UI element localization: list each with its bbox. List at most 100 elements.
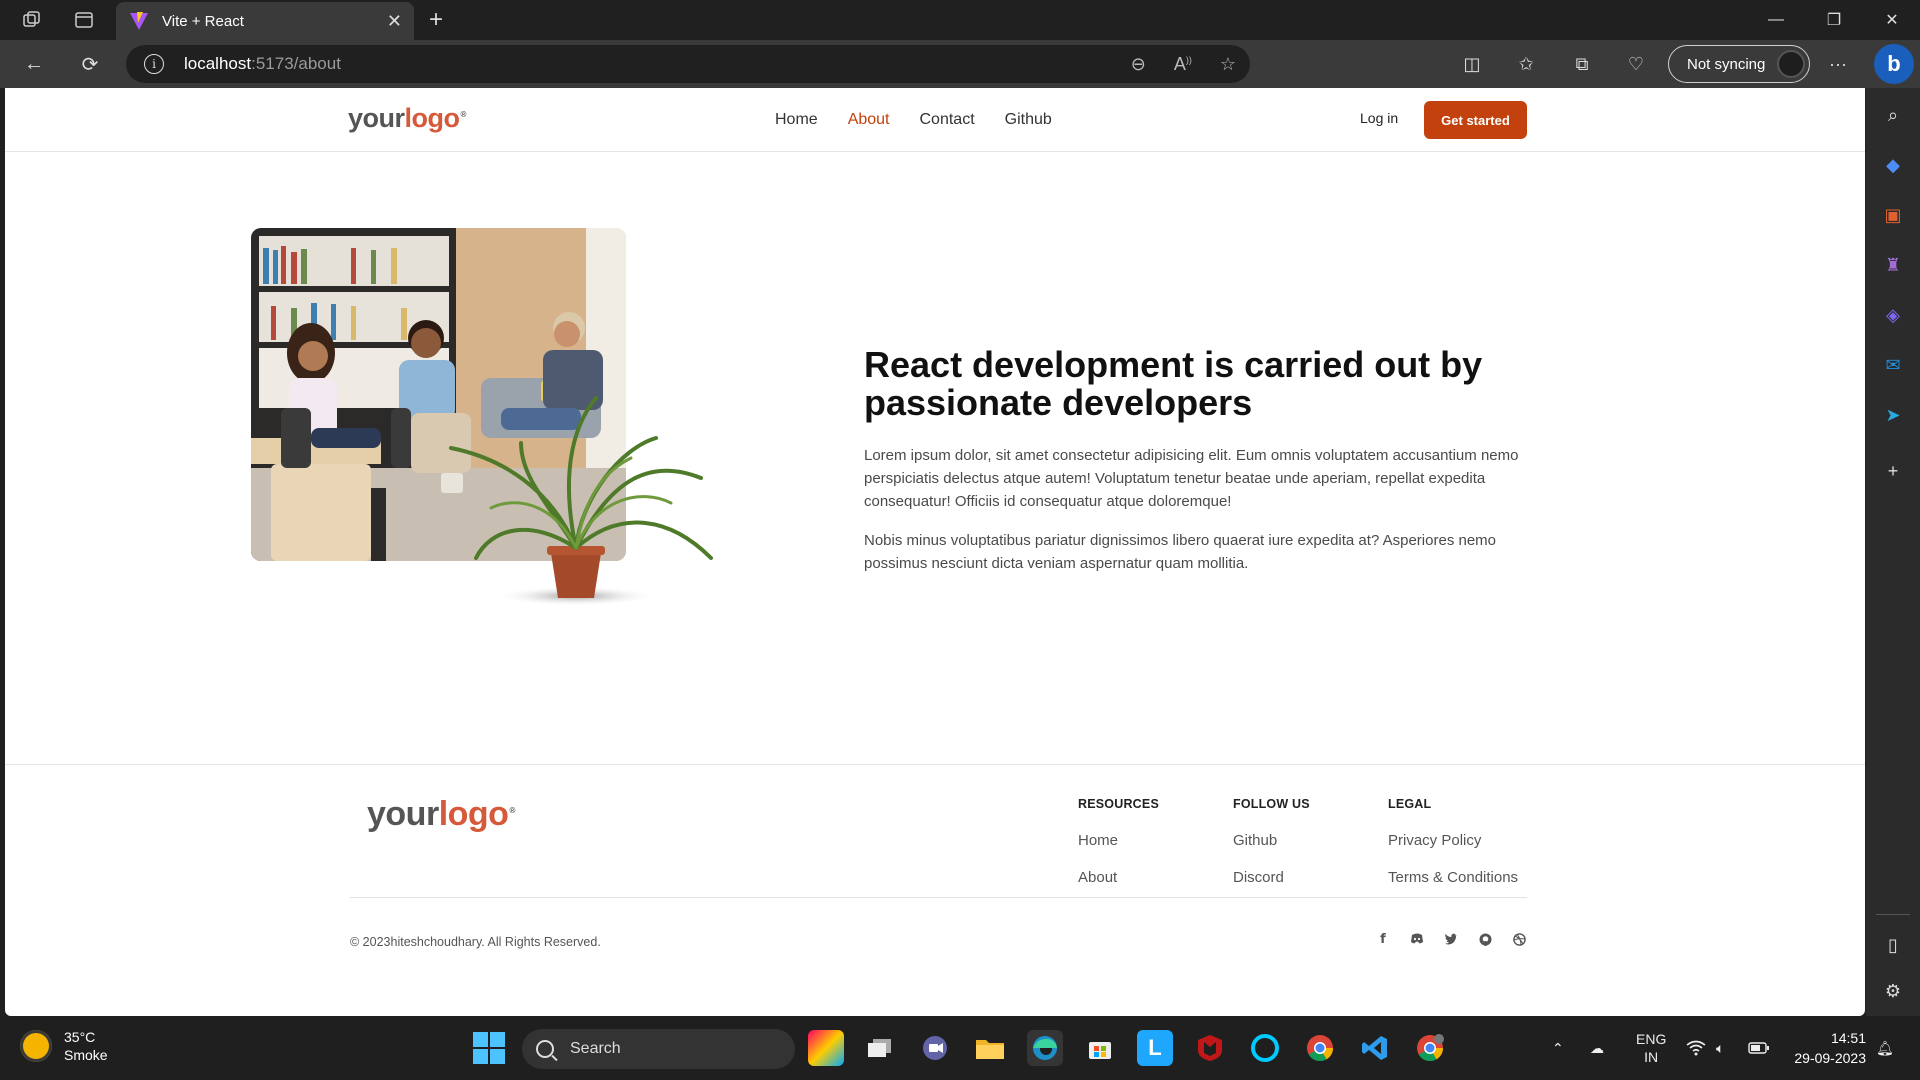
site-header: yourlogo® Home About Contact Github Log … (5, 88, 1865, 152)
minimize-button[interactable]: — (1748, 0, 1804, 40)
clock-date: 29-09-2023 (1794, 1050, 1866, 1066)
footer-logo[interactable]: yourlogo® (367, 795, 515, 834)
new-tab-button[interactable]: + (420, 0, 452, 40)
nav-about[interactable]: About (848, 111, 890, 129)
region-code: IN (1644, 1049, 1659, 1065)
chrome-profile-icon[interactable] (1412, 1030, 1448, 1066)
discord-icon[interactable] (1407, 929, 1427, 949)
games-icon[interactable]: ♜ (1880, 252, 1906, 278)
get-started-button[interactable]: Get started (1424, 101, 1527, 139)
restore-button[interactable]: ❐ (1806, 0, 1862, 40)
url-field[interactable]: i localhost:5173/about ⊖ A)) ☆ (126, 45, 1250, 83)
nav-contact[interactable]: Contact (920, 111, 975, 129)
footer-link-github[interactable]: Github (1233, 833, 1310, 848)
favorites-icon[interactable]: ✩ (1508, 46, 1544, 82)
shopping-tag-icon[interactable]: ◆ (1880, 152, 1906, 178)
notification-bell-icon[interactable]: 🔔︎ (1876, 1016, 1894, 1080)
letter-l-app-icon[interactable]: L (1137, 1030, 1173, 1066)
copyright: © 2023hiteshchoudhary. All Rights Reserv… (350, 935, 601, 949)
tab-actions-icon[interactable] (64, 0, 104, 40)
search-icon (536, 1040, 554, 1058)
show-hidden-icons[interactable]: ⌃ (1552, 1016, 1564, 1080)
favorite-star-icon[interactable]: ☆ (1220, 54, 1236, 75)
hero-paragraph-1: Lorem ipsum dolor, sit amet consectetur … (864, 447, 1519, 510)
facebook-icon[interactable]: f (1373, 929, 1393, 949)
sync-label: Not syncing (1687, 55, 1766, 73)
profile-sync-button[interactable]: Not syncing (1668, 45, 1810, 83)
read-aloud-icon[interactable]: A)) (1174, 54, 1192, 75)
tab-title: Vite + React (162, 12, 244, 30)
outlook-icon[interactable]: ✉ (1880, 352, 1906, 378)
footer-follow: FOLLOW US Github Discord (1233, 797, 1310, 885)
vscode-icon[interactable] (1357, 1030, 1393, 1066)
hide-sidebar-icon[interactable]: ▯ (1880, 932, 1906, 958)
footer-divider (350, 897, 1527, 898)
microsoft-365-icon[interactable]: ◈ (1880, 302, 1906, 328)
taskbar-search[interactable]: Search (522, 1029, 795, 1069)
clock[interactable]: 14:51 29-09-2023 (1794, 1028, 1866, 1068)
footer-legal: LEGAL Privacy Policy Terms & Conditions (1388, 797, 1518, 885)
sidebar-divider (1876, 914, 1910, 915)
search-icon[interactable]: ⌕ (1880, 102, 1906, 128)
social-links: f (1373, 929, 1529, 949)
tools-icon[interactable]: ▣ (1880, 202, 1906, 228)
site-info-icon[interactable]: i (144, 54, 164, 74)
teams-chat-icon[interactable] (917, 1030, 953, 1066)
more-menu-icon[interactable]: ··· (1820, 46, 1856, 82)
main-nav: Home About Contact Github (775, 88, 1052, 152)
github-icon[interactable] (1475, 929, 1495, 949)
alexa-icon[interactable] (1247, 1030, 1283, 1066)
footer-link-privacy[interactable]: Privacy Policy (1388, 833, 1518, 848)
split-screen-icon[interactable]: ◫ (1454, 46, 1490, 82)
footer-link-about[interactable]: About (1078, 870, 1159, 885)
volume-icon[interactable]: 🔈︎ (1716, 1016, 1724, 1080)
performance-icon[interactable]: ♡ (1618, 46, 1654, 82)
workspaces-icon[interactable] (12, 0, 52, 40)
avatar (1777, 50, 1805, 78)
dribbble-icon[interactable] (1509, 929, 1529, 949)
login-link[interactable]: Log in (1360, 110, 1398, 126)
site-footer: yourlogo® RESOURCES Home About FOLLOW US… (5, 764, 1865, 1016)
chrome-icon[interactable] (1302, 1030, 1338, 1066)
browser-tab-bar: Vite + React ✕ + — ❐ ✕ (0, 0, 1920, 40)
refresh-button[interactable]: ⟳ (72, 46, 108, 82)
file-explorer-icon[interactable] (972, 1030, 1008, 1066)
drop-icon[interactable]: ➤ (1880, 402, 1906, 428)
back-button[interactable]: ← (16, 46, 52, 82)
nav-github[interactable]: Github (1005, 111, 1052, 129)
mcafee-icon[interactable] (1192, 1030, 1228, 1066)
zoom-icon[interactable]: ⊖ (1131, 54, 1146, 75)
url-path: :5173/about (251, 54, 341, 73)
nav-home[interactable]: Home (775, 111, 818, 129)
copilot-app-icon[interactable] (808, 1030, 844, 1066)
battery-icon[interactable] (1748, 1016, 1770, 1080)
active-tab[interactable]: Vite + React ✕ (116, 2, 414, 40)
microsoft-store-icon[interactable] (1082, 1030, 1118, 1066)
hero-title: React development is carried out by pass… (864, 344, 1483, 423)
weather-widget[interactable]: 35°C Smoke (20, 1028, 108, 1064)
windows-taskbar: 35°C Smoke Search L ⌃ ☁ ENG IN 🔈︎ 14:51 … (0, 1016, 1920, 1080)
footer-heading: LEGAL (1388, 797, 1432, 811)
footer-heading: RESOURCES (1078, 797, 1159, 811)
footer-link-home[interactable]: Home (1078, 833, 1159, 848)
start-windows-icon[interactable] (473, 1032, 505, 1064)
footer-link-discord[interactable]: Discord (1233, 870, 1310, 885)
edge-browser-icon[interactable] (1027, 1030, 1063, 1066)
task-view-icon[interactable] (862, 1030, 898, 1066)
wifi-icon[interactable] (1686, 1016, 1706, 1080)
footer-resources: RESOURCES Home About (1078, 797, 1159, 885)
language-indicator[interactable]: ENG IN (1636, 1016, 1666, 1080)
close-window-button[interactable]: ✕ (1864, 0, 1920, 40)
onedrive-icon[interactable]: ☁ (1590, 1016, 1604, 1080)
settings-gear-icon[interactable]: ⚙ (1880, 978, 1906, 1004)
twitter-icon[interactable] (1441, 929, 1461, 949)
search-label: Search (570, 1040, 621, 1057)
close-tab-icon[interactable]: ✕ (387, 11, 402, 32)
header-logo[interactable]: yourlogo® (348, 103, 466, 134)
copilot-icon[interactable]: b (1874, 44, 1914, 84)
collections-icon[interactable]: ⧉ (1564, 46, 1600, 82)
address-bar: ← ⟳ i localhost:5173/about ⊖ A)) ☆ ◫ ✩ ⧉… (0, 40, 1920, 88)
vite-favicon-icon (128, 10, 150, 32)
footer-link-terms[interactable]: Terms & Conditions (1388, 870, 1518, 885)
add-sidebar-app-icon[interactable]: + (1880, 458, 1906, 484)
